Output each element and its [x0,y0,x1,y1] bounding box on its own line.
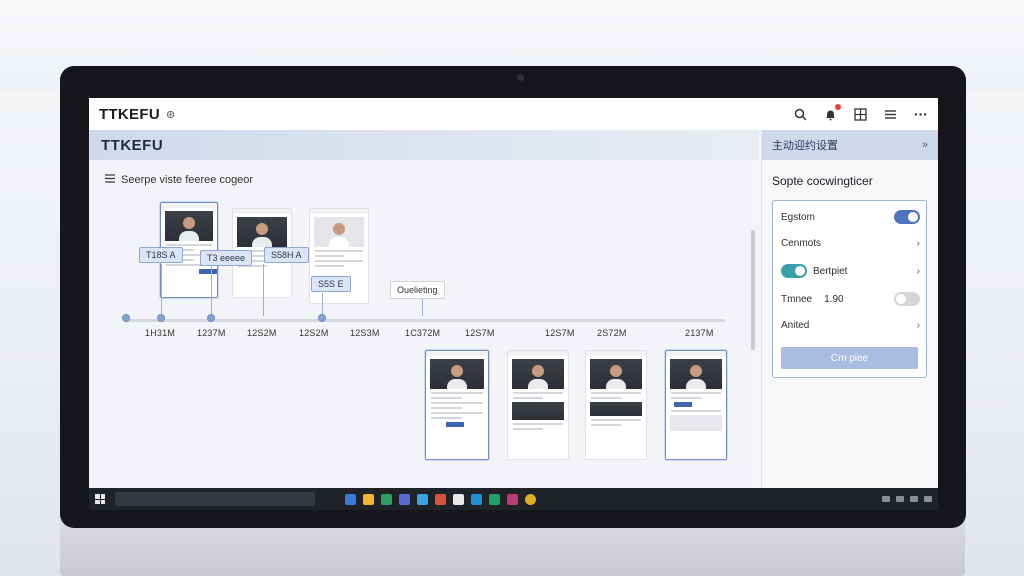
apply-button[interactable]: Cm piee [781,347,918,369]
monitor-stand [60,520,965,576]
chevron-right-icon: › [916,265,920,277]
grid-icon[interactable] [852,106,868,122]
screen: TTKEFU ⊛ TTKEFU Seerpe viste feeree coge… [89,98,938,510]
timeline-connector [211,266,212,316]
tray-icon[interactable] [924,496,932,502]
settings-card: Egstom Cenmots › Bertpiet › Tmnee 1.90 A… [772,200,927,378]
chevron-right-icon: › [916,237,920,249]
setting-row[interactable]: Anited › [781,317,920,333]
titlebar: TTKEFU ⊛ [89,98,938,130]
app-badge-icon: ⊛ [165,108,176,121]
timeline-time: 1C372M [405,328,441,338]
timeline-chip[interactable]: S58H A [264,247,309,263]
timeline-time: 2S72M [597,328,627,338]
timeline-node[interactable] [207,314,215,322]
bell-icon[interactable] [822,104,841,122]
app-icon[interactable] [453,493,464,505]
tray-icon[interactable] [882,496,890,502]
timeline-time: 12S7M [545,328,575,338]
app-icon[interactable] [507,493,518,505]
app-icon[interactable] [417,493,428,505]
setting-row[interactable]: Cenmots › [781,235,920,251]
scrollbar[interactable] [751,230,755,350]
setting-row[interactable]: Egstom [781,209,920,225]
timeline-connector [161,264,162,316]
collapse-icon[interactable]: » [922,139,928,151]
app-icon[interactable] [345,493,356,505]
setting-label: Cenmots [781,237,822,249]
setting-row[interactable]: Tmnee 1.90 [781,291,920,307]
taskbar [89,488,938,510]
panel-title: Sopte cocwingticer [772,174,873,188]
taskbar-apps [345,493,536,505]
timeline-chip[interactable]: T18S A [139,247,183,263]
search-icon[interactable] [792,106,808,122]
tray-icon[interactable] [896,496,904,502]
header-band: TTKEFU [89,130,759,160]
timeline-time: 1237M [197,328,226,338]
page-thumbnail[interactable] [425,350,489,460]
timeline-marker-label[interactable]: Ouelieting [390,281,445,299]
settings-panel: 主动迎约设置 » Sopte cocwingticer Egstom Cenmo… [761,130,938,488]
titlebar-actions [792,104,928,122]
timeline-time: 12S3M [350,328,380,338]
page-thumbnail[interactable] [585,350,647,460]
timeline-node[interactable] [318,314,326,322]
timeline-connector [322,293,323,316]
toggle-switch[interactable] [894,292,920,306]
app-icon[interactable] [363,493,374,505]
chevron-right-icon: › [916,319,920,331]
browser-icon[interactable] [525,493,536,505]
tray-icon[interactable] [910,496,918,502]
start-icon[interactable] [95,494,105,504]
setting-label: Bertpiet [813,265,848,277]
app-icon[interactable] [489,493,500,505]
app-icon[interactable] [435,493,446,505]
timeline-node[interactable] [122,314,130,322]
panel-header: 主动迎约设置 » [762,130,938,160]
timeline-time: 1H31M [145,328,176,338]
taskbar-search[interactable] [115,492,315,506]
timeline-time: 12S2M [299,328,329,338]
section-title-text: Seerpe viste feeree cogeor [121,174,254,186]
timeline-time: 12S2M [247,328,277,338]
app-icon[interactable] [399,493,410,505]
app-icon[interactable] [471,493,482,505]
page-thumbnail[interactable] [665,350,727,460]
setting-label: Anited [781,319,810,331]
setting-value: 1.90 [824,293,844,305]
setting-label: Tmnee [781,293,813,305]
timeline-connector [422,299,423,316]
system-tray [882,496,932,502]
page-thumbnail[interactable] [507,350,569,460]
setting-label: Egstom [781,211,815,223]
timeline-node[interactable] [157,314,165,322]
section-title: Seerpe viste feeree cogeor [105,174,253,186]
toggle-switch[interactable] [781,264,807,278]
camera-icon [517,74,524,81]
page-title: TTKEFU [101,136,164,154]
app-name: TTKEFU [99,105,160,123]
timeline-area: Seerpe viste feeree cogeor T18S A T3 eee… [89,160,759,488]
notification-dot [835,104,841,110]
timeline-time: 12S7M [465,328,495,338]
timeline-connector [263,264,264,316]
setting-row[interactable]: Bertpiet › [781,263,920,279]
menu-icon[interactable] [882,106,898,122]
timeline-track[interactable] [125,319,725,322]
timeline-chip[interactable]: S5S E [311,276,351,292]
more-icon[interactable] [912,106,928,122]
app-icon[interactable] [381,493,392,505]
timeline-time: 2137M [685,328,714,338]
toggle-switch[interactable] [894,210,920,224]
timeline-chip[interactable]: T3 eeeee [200,250,253,266]
list-icon[interactable] [105,174,115,186]
panel-header-title: 主动迎约设置 [772,140,838,152]
